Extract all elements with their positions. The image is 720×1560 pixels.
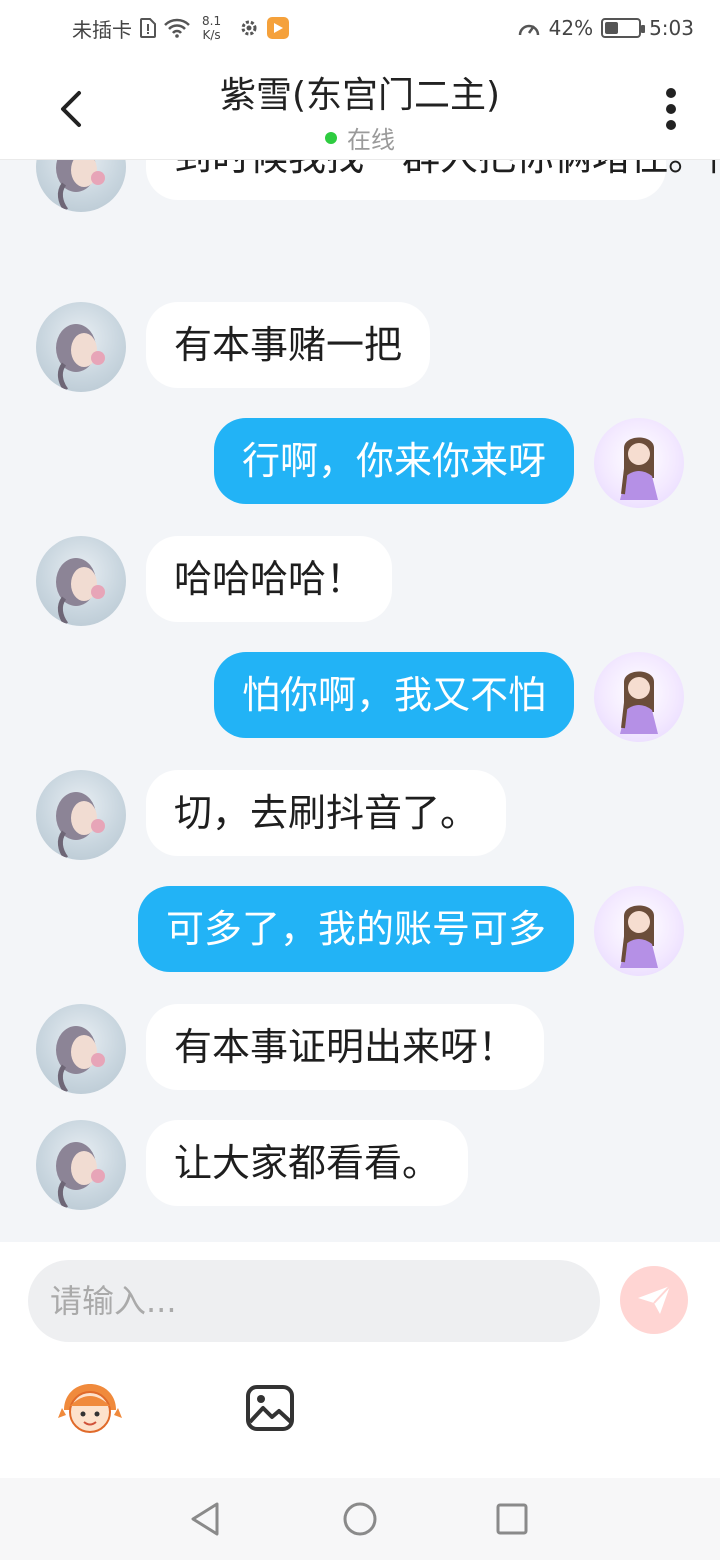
contact-avatar[interactable]: [36, 302, 126, 392]
chat-screen: 未插卡 8.1 K/s 42% 5:03 紫雪(东宫门二主) 在线 有本事赌一把…: [0, 0, 720, 1560]
received-message-bubble[interactable]: 到时候我找一群人把你俩堵住。信不信？: [146, 160, 720, 200]
contact-avatar[interactable]: [36, 1004, 126, 1094]
received-message-bubble[interactable]: 有本事赌一把: [146, 302, 431, 388]
online-status-label: 在线: [347, 126, 395, 154]
system-nav-bar: [0, 1478, 720, 1560]
circle-home-icon: [343, 1502, 377, 1536]
online-status: 在线: [0, 120, 720, 155]
image-button[interactable]: [244, 1382, 296, 1434]
sent-message-bubble[interactable]: 行啊，你来你来呀: [213, 418, 574, 504]
message-list[interactable]: 到时候我找一群人把你俩堵住。信不信？ 有本事赌一把 行啊，你来你来呀 哈哈哈哈！: [0, 160, 720, 1242]
composer: [0, 1242, 720, 1478]
contact-avatar[interactable]: [36, 770, 126, 860]
more-vertical-icon: [666, 88, 676, 130]
wifi-icon: [164, 18, 190, 38]
sim-icon: [140, 18, 156, 38]
sent-message-bubble[interactable]: 可多了，我的账号可多: [137, 886, 574, 972]
triangle-back-icon: [191, 1502, 219, 1536]
settings-icon: [239, 18, 259, 38]
network-speed: 8.1 K/s: [202, 14, 221, 42]
contact-avatar[interactable]: [36, 1120, 126, 1210]
battery-percent: 42%: [548, 16, 594, 40]
nav-home-button[interactable]: [339, 1498, 381, 1540]
user-avatar[interactable]: [594, 652, 684, 742]
status-bar: 未插卡 8.1 K/s 42% 5:03: [0, 0, 720, 56]
nav-recents-button[interactable]: [491, 1498, 533, 1540]
emoji-button[interactable]: [56, 1380, 124, 1436]
user-avatar[interactable]: [594, 886, 684, 976]
received-message-bubble[interactable]: 有本事证明出来呀！: [146, 1004, 545, 1090]
more-options-button[interactable]: [656, 84, 686, 134]
data-saver-icon: [517, 17, 541, 39]
received-message-bubble[interactable]: 哈哈哈哈！: [146, 536, 393, 622]
carrier-label: 未插卡: [72, 17, 132, 42]
sent-message-bubble[interactable]: 怕你啊，我又不怕: [213, 652, 574, 738]
square-recents-icon: [496, 1503, 528, 1535]
emoji-face-icon: [58, 1384, 122, 1433]
network-speed-unit: K/s: [202, 28, 221, 42]
received-message-bubble[interactable]: 切，去刷抖音了。: [146, 770, 507, 856]
received-message-bubble[interactable]: 让大家都看看。: [146, 1120, 469, 1206]
nav-back-button[interactable]: [184, 1498, 226, 1540]
message-input[interactable]: [28, 1260, 600, 1342]
send-icon: [638, 1285, 671, 1314]
contact-avatar[interactable]: [36, 536, 126, 626]
battery-level: [605, 22, 619, 34]
user-avatar[interactable]: [594, 418, 684, 508]
status-bar-right: 42% 5:03: [517, 16, 694, 40]
contact-avatar[interactable]: [36, 160, 126, 212]
app-notification-icon: [267, 17, 290, 39]
online-dot-icon: [325, 131, 337, 144]
image-icon: [246, 1385, 294, 1431]
chat-header: 紫雪(东宫门二主) 在线: [0, 56, 720, 160]
network-speed-value: 8.1: [202, 14, 222, 28]
send-button[interactable]: [620, 1266, 688, 1334]
clock: 5:03: [649, 16, 694, 40]
status-bar-left: 未插卡 8.1 K/s: [72, 14, 290, 43]
contact-name: 紫雪(东宫门二主): [219, 75, 501, 116]
battery-icon: [601, 18, 646, 38]
